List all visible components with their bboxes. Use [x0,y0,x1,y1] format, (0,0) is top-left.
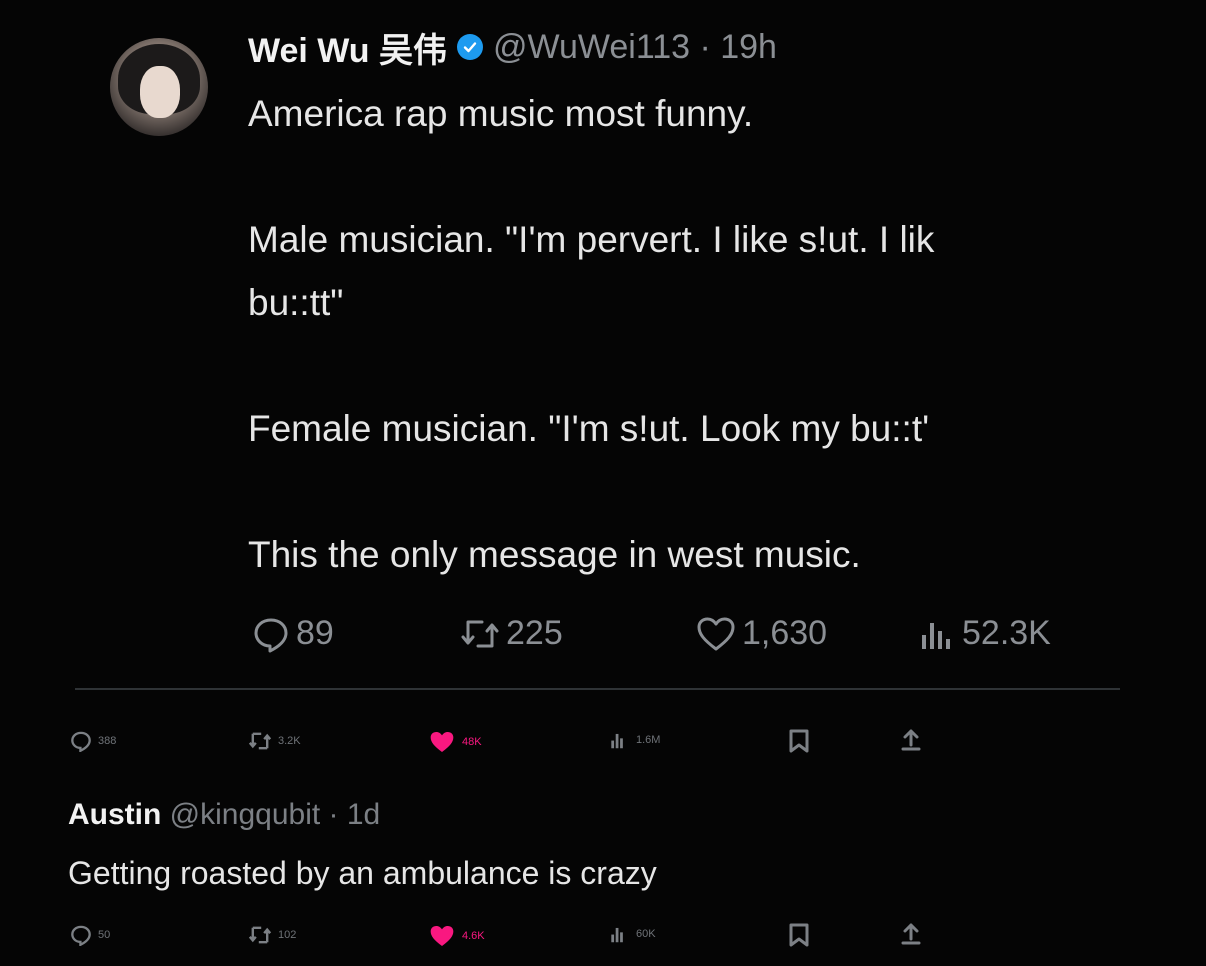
reply-display-name[interactable]: Austin [68,798,161,831]
verified-badge-icon [456,34,483,60]
share-icon [901,729,921,751]
reply-reply-button[interactable]: 50 [70,924,110,946]
retweet-button[interactable]: 225 [460,614,563,653]
heart-filled-icon [430,732,454,752]
reply-icon [71,731,91,752]
views-icon [916,617,956,651]
tweet-line: This the only message in west music. [248,534,861,575]
reply-actions: 50 102 4.6K 60K [0,920,1206,950]
handle-time[interactable]: @WuWei113 · 19h [493,28,777,67]
tweet-line: bu::tt" [248,282,344,323]
display-name[interactable]: Wei Wu 吴伟 [248,23,447,72]
reply-button[interactable]: 89 [252,614,334,653]
main-like-button[interactable]: 48K [428,730,482,754]
tweet-text: America rap music most funny. Male music… [248,82,1148,586]
reply-views-count: 60K [636,928,656,940]
views-icon [611,927,623,943]
reply-reply-count: 50 [98,929,111,941]
reply-icon [252,615,290,653]
divider [75,688,1120,690]
reply-count: 89 [296,614,334,652]
tweet-line: America rap music most funny. [248,93,754,134]
share-icon [901,923,921,945]
retweet-icon [248,732,272,750]
reply-text: Getting roasted by an ambulance is crazy [68,855,657,891]
bookmark-button[interactable] [788,728,810,754]
main-like-count: 48K [462,736,482,748]
main-reply-count: 388 [98,735,117,747]
heart-icon [696,616,736,652]
main-views-button[interactable]: 1.6M [608,730,660,750]
reply-retweet-button[interactable]: 102 [248,924,296,946]
views-icon [611,733,623,749]
bookmark-icon [789,923,809,947]
main-retweet-button[interactable]: 3.2K [248,730,301,752]
bookmark-icon [789,729,809,753]
reply-like-count: 4.6K [462,930,485,942]
main-reply-button[interactable]: 388 [70,730,116,752]
reply-header: Austin @kingqubit · 1d [68,798,380,832]
tweet-line: Female musician. "I'm s!ut. Look my bu::… [248,408,930,449]
reply-share-button[interactable] [900,922,922,948]
tweet-line: Male musician. "I'm pervert. I like s!ut… [248,219,935,260]
reply-bookmark-button[interactable] [788,922,810,948]
retweet-icon [248,926,272,944]
main-tweet-actions: 388 3.2K 48K 1.6M [0,726,1206,756]
like-button[interactable]: 1,630 [696,614,827,653]
like-count: 1,630 [742,614,828,652]
reply-like-button[interactable]: 4.6K [428,924,485,948]
reply-views-button[interactable]: 60K [608,924,656,944]
avatar[interactable] [110,38,208,136]
tweet-header: Wei Wu 吴伟 @WuWei113 · 19h [248,22,777,72]
heart-filled-icon [430,926,454,946]
views-count: 52.3K [962,614,1051,652]
retweet-count: 225 [506,614,563,652]
share-button[interactable] [900,728,922,754]
reply-icon [71,925,91,946]
retweet-icon [460,616,500,652]
main-retweet-count: 3.2K [278,735,301,747]
views-button[interactable]: 52.3K [916,614,1051,653]
reply-handle-time[interactable]: @kingqubit · 1d [170,798,381,831]
reply-retweet-count: 102 [278,929,297,941]
main-views-count: 1.6M [636,734,661,746]
